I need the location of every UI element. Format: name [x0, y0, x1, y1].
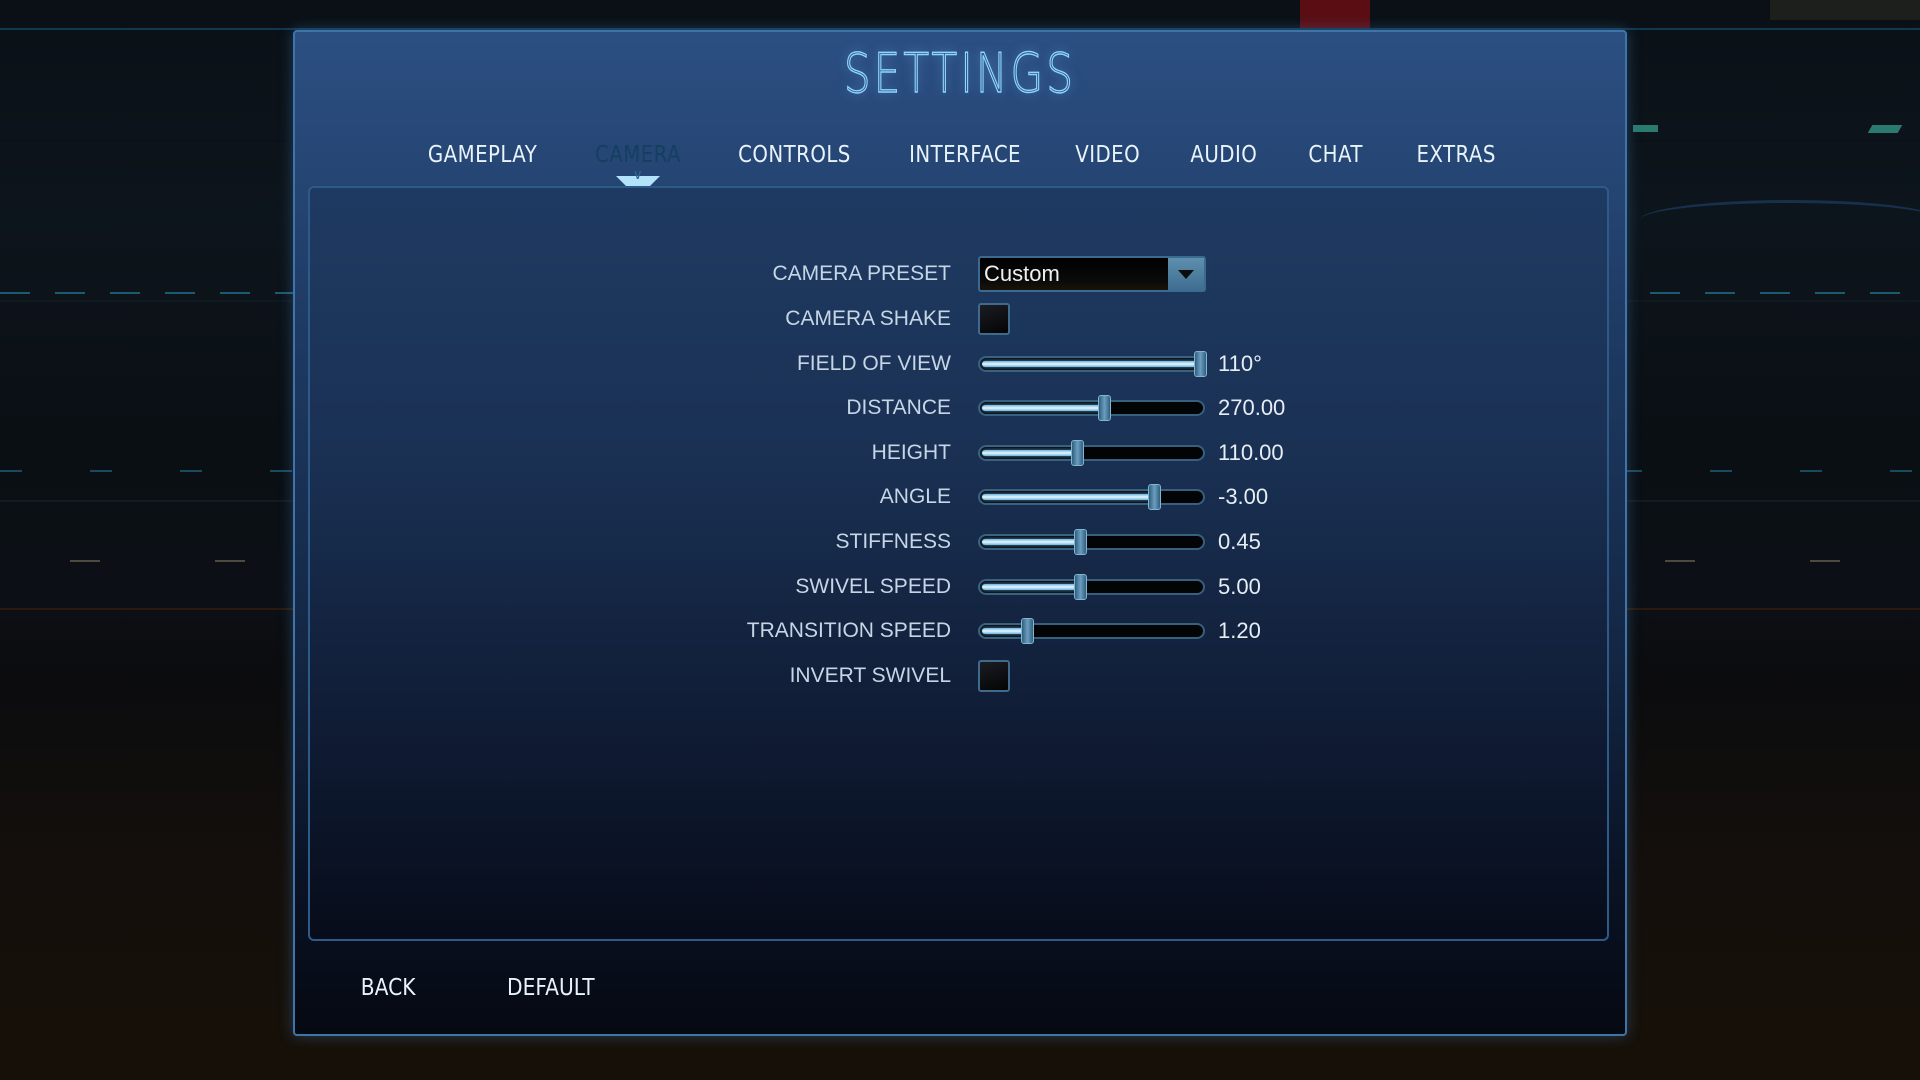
invert-swivel-row: INVERT SWIVEL — [310, 656, 1607, 696]
slider-handle[interactable] — [1074, 529, 1087, 555]
tab-label: CONTROLS — [737, 142, 851, 168]
chevron-down-icon: ∨ — [632, 167, 644, 183]
camera-preset-value: Custom — [984, 261, 1060, 286]
tab-label: EXTRAS — [1416, 142, 1497, 168]
tab-label: GAMEPLAY — [428, 142, 538, 168]
slider-fill — [982, 584, 1079, 590]
slider-handle[interactable] — [1148, 484, 1161, 510]
tab-label: AUDIO — [1190, 142, 1257, 168]
invert-swivel-checkbox[interactable] — [978, 660, 1010, 692]
tab-chat[interactable]: CHAT — [1286, 132, 1386, 178]
slider-label: ANGLE — [879, 485, 951, 508]
tab-video[interactable]: VIDEO — [1056, 132, 1160, 178]
slider-fill — [982, 405, 1103, 411]
slider-fill — [982, 539, 1079, 545]
slider-handle[interactable] — [1194, 351, 1207, 377]
slider-fill — [982, 450, 1076, 456]
camera-preset-label: CAMERA PRESET — [772, 262, 951, 285]
slider-handle[interactable] — [1074, 574, 1087, 600]
slider-label: SWIVEL SPEED — [795, 575, 951, 598]
transition-speed-slider[interactable] — [978, 618, 1205, 644]
slider-handle[interactable] — [1021, 618, 1034, 644]
slider-value: 1.20 — [1218, 618, 1261, 643]
bg-logo — [1770, 0, 1920, 20]
back-button[interactable]: BACK — [333, 965, 443, 1010]
slider-row-angle: ANGLE -3.00 — [310, 477, 1607, 517]
settings-title: SETTINGS — [843, 41, 1077, 105]
tab-label: INTERFACE — [909, 142, 1022, 168]
default-button[interactable]: DEFAULT — [473, 965, 628, 1010]
height-slider[interactable] — [978, 440, 1205, 466]
tab-camera[interactable]: CAMERA ∨ — [570, 132, 706, 198]
slider-handle[interactable] — [1098, 395, 1111, 421]
stiffness-slider[interactable] — [978, 529, 1205, 555]
slider-row-distance: DISTANCE 270.00 — [310, 388, 1607, 428]
dropdown-arrow-icon[interactable] — [1168, 258, 1204, 290]
slider-label: TRANSITION SPEED — [746, 619, 951, 642]
slider-row-swivel-speed: SWIVEL SPEED 5.00 — [310, 567, 1607, 607]
slider-value: 110° — [1218, 351, 1262, 376]
slider-label: STIFFNESS — [835, 530, 951, 553]
settings-panel: SETTINGS GAMEPLAY CAMERA ∨ CONTROLS INTE… — [293, 30, 1627, 1036]
bg-arena-curve — [1640, 200, 1920, 240]
tab-label: CHAT — [1308, 142, 1364, 168]
slider-label: DISTANCE — [846, 396, 951, 419]
tab-audio[interactable]: AUDIO — [1169, 132, 1278, 178]
camera-shake-row: CAMERA SHAKE — [310, 299, 1607, 339]
camera-shake-label: CAMERA SHAKE — [785, 307, 951, 330]
slider-row-height: HEIGHT 110.00 — [310, 433, 1607, 473]
camera-preset-dropdown[interactable]: Custom — [978, 256, 1206, 292]
slider-fill — [982, 361, 1199, 367]
tab-extras[interactable]: EXTRAS — [1394, 132, 1519, 178]
distance-slider[interactable] — [978, 395, 1205, 421]
slider-handle[interactable] — [1071, 440, 1084, 466]
slider-value: -3.00 — [1218, 484, 1269, 509]
tab-label: CAMERA — [595, 142, 681, 168]
swivel-speed-slider[interactable] — [978, 574, 1205, 600]
angle-slider[interactable] — [978, 484, 1205, 510]
camera-preset-row: CAMERA PRESET Custom — [310, 254, 1607, 294]
bg-light — [1633, 125, 1658, 132]
slider-value: 270.00 — [1218, 395, 1286, 420]
slider-row-field-of-view: FIELD OF VIEW 110° — [310, 344, 1607, 384]
slider-fill — [982, 628, 1026, 634]
slider-fill — [982, 494, 1153, 500]
slider-value: 5.00 — [1218, 574, 1261, 599]
slider-label: HEIGHT — [871, 441, 951, 464]
default-button-label: DEFAULT — [506, 974, 595, 1001]
tab-gameplay[interactable]: GAMEPLAY — [403, 132, 563, 178]
tab-label: VIDEO — [1075, 142, 1141, 168]
slider-value: 0.45 — [1218, 529, 1261, 554]
camera-settings-content: CAMERA PRESET Custom CAMERA SHAKE FIELD … — [308, 186, 1609, 941]
bg-red-element — [1300, 0, 1370, 28]
camera-shake-checkbox[interactable] — [978, 303, 1010, 335]
slider-value: 110.00 — [1218, 440, 1284, 465]
bg-light — [1867, 125, 1903, 133]
slider-row-transition-speed: TRANSITION SPEED 1.20 — [310, 611, 1607, 651]
slider-row-stiffness: STIFFNESS 0.45 — [310, 522, 1607, 562]
tab-controls[interactable]: CONTROLS — [714, 132, 874, 178]
slider-label: FIELD OF VIEW — [796, 352, 951, 375]
back-button-label: BACK — [360, 974, 416, 1001]
field-of-view-slider[interactable] — [978, 351, 1207, 377]
tab-interface[interactable]: INTERFACE — [884, 132, 1047, 178]
invert-swivel-label: INVERT SWIVEL — [789, 664, 951, 687]
